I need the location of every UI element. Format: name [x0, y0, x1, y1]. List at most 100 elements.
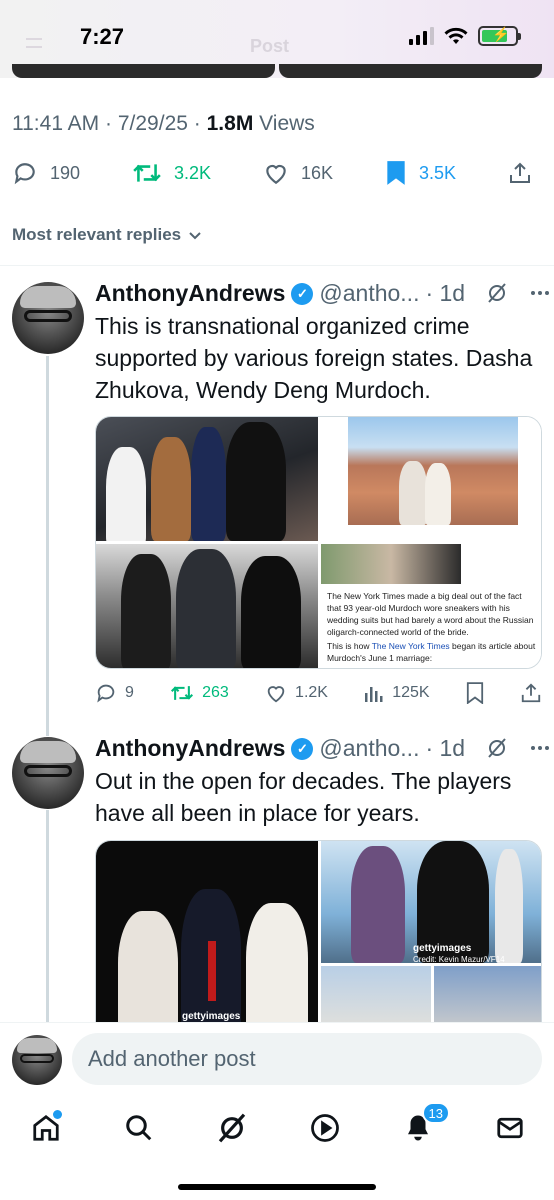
repost-button[interactable]: 263 [170, 682, 229, 704]
status-bar: Post 7:27 ⚡ [0, 0, 554, 78]
getty-watermark: gettyimages [182, 1011, 241, 1022]
header-title: Post [250, 36, 290, 56]
post-top-actions [486, 737, 550, 759]
chevron-down-icon [189, 232, 201, 240]
wifi-icon [444, 27, 468, 44]
views-button[interactable]: 125K [364, 683, 430, 703]
reply-button[interactable]: 190 [12, 160, 80, 186]
notifications-badge: 13 [421, 1102, 450, 1124]
verified-badge-icon: ✓ [291, 737, 314, 760]
photo-credit: Credit: Kevin Mazur/VF14 [413, 955, 505, 963]
reply-button[interactable]: 9 [95, 682, 134, 704]
bookmark-button[interactable]: 3.5K [385, 160, 456, 186]
grok-icon [218, 1113, 246, 1143]
media-article-screenshot[interactable]: The New York Times made a big deal out o… [321, 544, 541, 668]
repost-count: 3.2K [174, 162, 212, 183]
reply-icon [97, 684, 115, 703]
home-notification-dot [53, 1110, 62, 1119]
article-link[interactable]: The New York Times [372, 641, 450, 651]
avatar[interactable] [12, 282, 84, 354]
share-icon [521, 683, 541, 703]
share-icon [509, 162, 530, 183]
verified-badge-icon: ✓ [291, 282, 314, 305]
nav-home[interactable] [26, 1108, 66, 1148]
bookmark-icon [387, 161, 405, 185]
battery-icon: ⚡ [478, 26, 521, 46]
author-name[interactable]: AnthonyAndrews [95, 735, 285, 762]
thread-line [46, 356, 49, 736]
post-time: · 1d [425, 735, 466, 761]
like-count: 16K [300, 162, 334, 183]
tweet-date: 7/29/25 [117, 112, 188, 135]
media-photo[interactable]: gettyimages Credit: Kevin Mazur/VF14 [321, 841, 541, 963]
nav-video[interactable] [305, 1108, 345, 1148]
thread-line [46, 810, 49, 1022]
post-top-actions [486, 282, 550, 304]
mail-icon [497, 1117, 523, 1139]
post-media-grid[interactable]: gettyimages gettyimages Credit: Kevin Ma… [95, 840, 542, 1040]
divider [0, 265, 554, 266]
add-post-input[interactable]: Add another post [72, 1033, 542, 1085]
reply-icon [14, 163, 35, 185]
tweet-time: 11:41 AM [12, 112, 100, 135]
cellular-signal-icon [409, 27, 434, 45]
play-icon [311, 1114, 339, 1142]
post-text: Out in the open for decades. The players… [95, 768, 512, 826]
repost-button[interactable]: 3.2K [132, 160, 211, 186]
post-time: · 1d [425, 280, 466, 306]
replies-sort-dropdown[interactable]: Most relevant replies [12, 225, 203, 245]
replies-sort-label: Most relevant replies [12, 225, 182, 244]
post-header: AnthonyAndrews ✓ @antho... · 1d [95, 735, 465, 762]
heart-icon [266, 164, 286, 185]
author-name[interactable]: AnthonyAndrews [95, 280, 285, 307]
nav-notifications[interactable]: 13 [398, 1102, 450, 1148]
media-photo[interactable] [96, 417, 318, 541]
previous-media-strip [12, 64, 542, 78]
like-button[interactable]: 1.2K [265, 682, 328, 704]
status-time: 7:27 [80, 24, 125, 49]
media-photo[interactable] [96, 544, 318, 668]
grok-icon[interactable] [486, 737, 508, 759]
bottom-nav: 13 [0, 1094, 554, 1200]
back-icon[interactable] [26, 38, 42, 48]
article-text: The New York Times made a big deal out o… [327, 591, 534, 637]
tweet-meta: 11:41 AM · 7/29/25 · 1.8M Views [12, 112, 315, 135]
reply-count: 9 [125, 684, 134, 701]
media-photo[interactable] [321, 417, 541, 541]
grok-icon[interactable] [486, 282, 508, 304]
status-icons: ⚡ [409, 26, 521, 46]
more-options-icon[interactable] [530, 745, 550, 751]
post-actions: 9 263 1.2K 125K [95, 682, 542, 704]
tweet-views-count: 1.8M [206, 112, 254, 135]
post-media-grid[interactable]: The New York Times made a big deal out o… [95, 416, 542, 669]
more-options-icon[interactable] [530, 290, 550, 296]
nav-messages[interactable] [490, 1108, 530, 1148]
nav-search[interactable] [119, 1108, 159, 1148]
bookmark-button[interactable] [466, 682, 484, 704]
engagement-bar: 190 3.2K 16K 3.5K [12, 160, 532, 186]
repost-icon [133, 164, 161, 182]
analytics-icon [365, 687, 383, 702]
bookmark-icon [466, 682, 483, 704]
avatar[interactable] [12, 737, 84, 809]
author-handle[interactable]: @antho... [319, 735, 419, 762]
tweet-views-label: Views [259, 112, 315, 135]
bookmark-count: 3.5K [418, 162, 456, 183]
post-header: AnthonyAndrews ✓ @antho... · 1d [95, 280, 465, 307]
repost-icon [171, 686, 194, 700]
like-count: 1.2K [295, 684, 328, 701]
heart-icon [267, 686, 285, 703]
my-avatar[interactable] [12, 1035, 62, 1085]
media-photo[interactable]: gettyimages [96, 841, 318, 1039]
nav-grok[interactable] [212, 1108, 252, 1148]
article-text-2: This is how The New York Times began its… [327, 641, 536, 663]
share-button[interactable] [520, 682, 542, 704]
post-text: This is transnational organized crime su… [95, 313, 533, 403]
compose-bar: Add another post [0, 1022, 554, 1094]
like-button[interactable]: 16K [263, 160, 333, 186]
getty-watermark: gettyimages [413, 943, 472, 954]
author-handle[interactable]: @antho... [319, 280, 419, 307]
home-indicator [178, 1184, 376, 1190]
search-icon [126, 1115, 152, 1141]
share-button[interactable] [508, 160, 532, 186]
